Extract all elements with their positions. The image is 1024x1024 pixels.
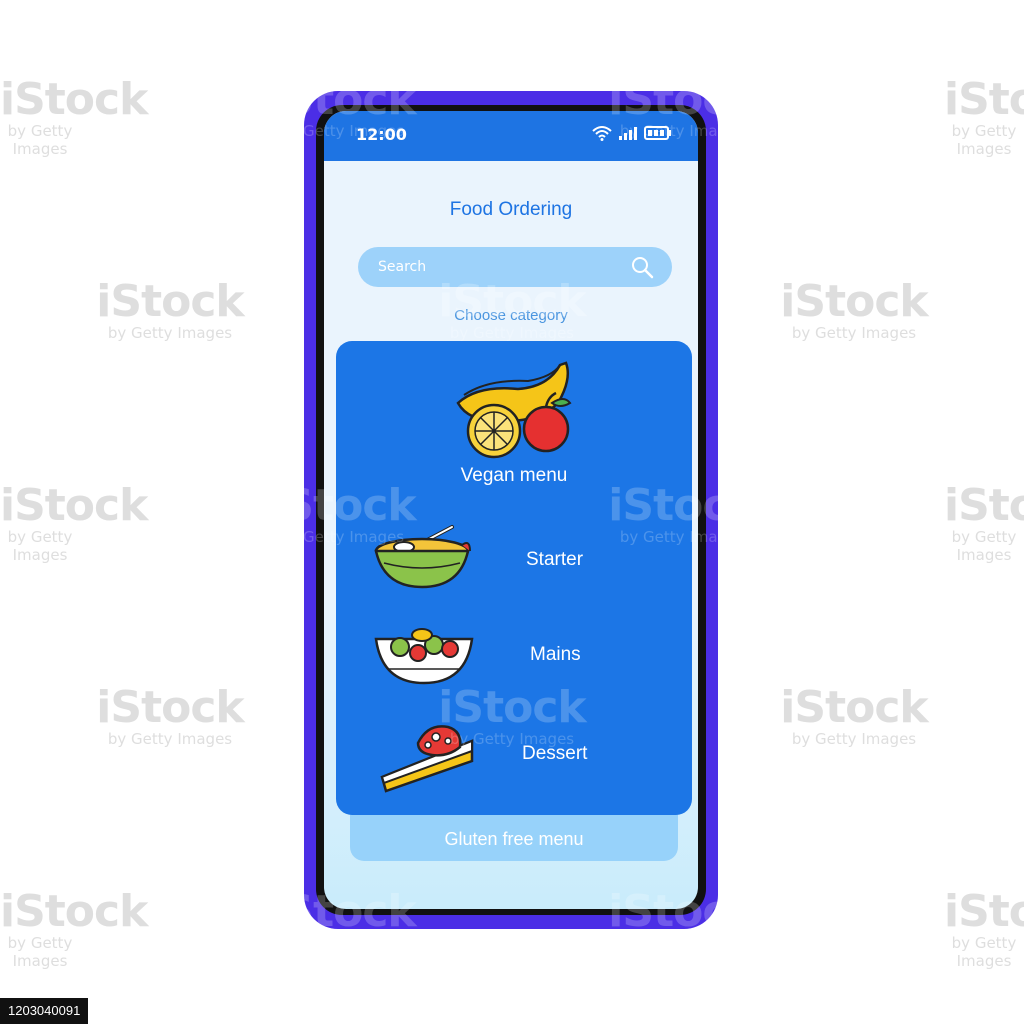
search-icon[interactable] [630,255,654,279]
salad-bowl-icon [374,628,474,685]
watermark: iStockby Getty Images [96,276,244,343]
status-icons [592,125,672,141]
status-time: 12:00 [356,125,407,144]
category-prompt: Choose category [454,307,568,324]
page-title: Food Ordering [449,199,573,220]
wifi-icon [592,126,612,141]
category-label: Mains [530,644,581,665]
fruits-icon [456,361,572,459]
watermark: iStockby Getty Images [780,276,928,343]
phone-frame: 12:00 Food Ordering Search Choose catego… [304,91,718,929]
category-card: Vegan menu Starter Mains Dessert [336,341,692,815]
signal-icon [619,127,637,140]
search-bar[interactable]: Search [358,247,672,287]
soup-bowl-icon [374,525,471,589]
cake-slice-icon [380,725,474,793]
phone-screen: 12:00 Food Ordering Search Choose catego… [324,111,698,909]
stock-id-label: 1203040091 [0,998,89,1024]
watermark: iStockby Getty Images [944,74,1024,159]
status-bar: 12:00 [324,111,698,161]
watermark: iStockby Getty Images [944,886,1024,971]
watermark: iStockby Getty Images [0,480,148,565]
watermark: iStockby Getty Images [96,682,244,749]
category-label: Starter [526,549,584,570]
search-input[interactable]: Search [378,247,426,287]
battery-icon [644,126,671,140]
watermark: iStockby Getty Images [944,480,1024,565]
category-label: Vegan menu [460,465,568,486]
watermark: iStockby Getty Images [0,74,148,159]
watermark: iStockby Getty Images [780,682,928,749]
watermark: iStockby Getty Images [0,886,148,971]
category-label: Dessert [522,743,588,764]
